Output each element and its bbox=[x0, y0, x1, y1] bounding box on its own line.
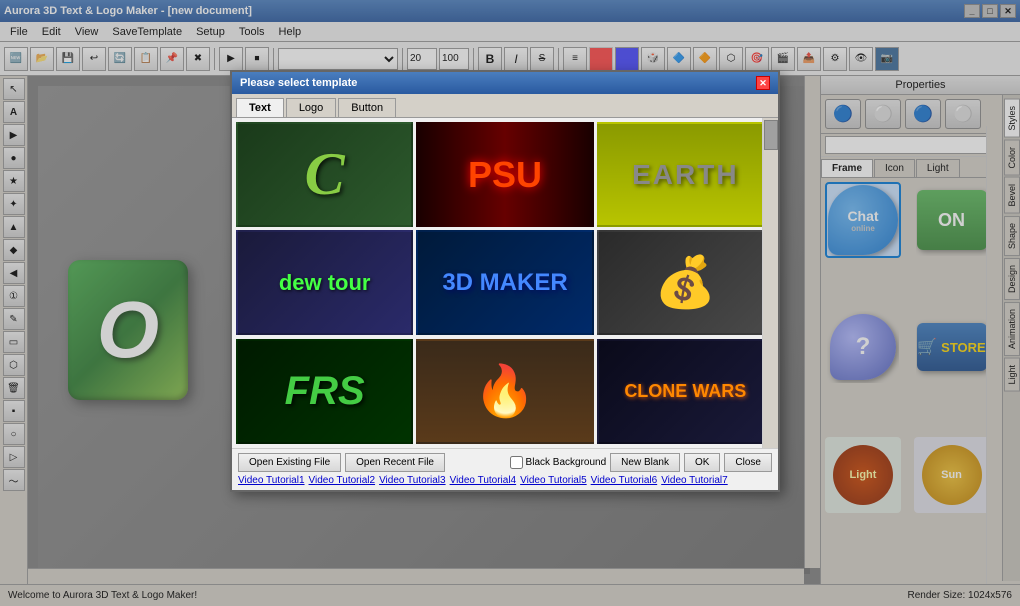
dialog-grid bbox=[232, 118, 778, 448]
dialog-close-button[interactable]: ✕ bbox=[756, 76, 770, 90]
black-bg-label: Black Background bbox=[526, 457, 607, 468]
black-bg-checkbox[interactable] bbox=[510, 456, 523, 469]
template-clone-wars[interactable] bbox=[597, 339, 774, 444]
video-tutorial-3-link[interactable]: Video Tutorial3 bbox=[379, 475, 446, 486]
close-button[interactable]: Close bbox=[724, 453, 772, 472]
video-tutorial-4-link[interactable]: Video Tutorial4 bbox=[450, 475, 517, 486]
ok-button[interactable]: OK bbox=[684, 453, 720, 472]
template-dew-tour[interactable] bbox=[236, 230, 413, 335]
template-money[interactable] bbox=[597, 230, 774, 335]
video-tutorial-6-link[interactable]: Video Tutorial6 bbox=[591, 475, 658, 486]
dialog-grid-wrap bbox=[232, 118, 778, 448]
dlg-tab-button[interactable]: Button bbox=[338, 98, 396, 117]
dialog-footer: Open Existing File Open Recent File Blac… bbox=[232, 448, 778, 490]
template-3d-maker[interactable] bbox=[416, 230, 593, 335]
template-psu[interactable] bbox=[416, 122, 593, 227]
template-fire[interactable] bbox=[416, 339, 593, 444]
template-frs[interactable] bbox=[236, 339, 413, 444]
dlg-tab-logo[interactable]: Logo bbox=[286, 98, 336, 117]
open-existing-button[interactable]: Open Existing File bbox=[238, 453, 341, 472]
template-dialog: Please select template ✕ Text Logo Butto… bbox=[230, 70, 780, 492]
black-background-check: Black Background bbox=[510, 456, 607, 469]
dialog-tabs: Text Logo Button bbox=[232, 94, 778, 118]
dialog-overlay: Please select template ✕ Text Logo Butto… bbox=[0, 0, 1020, 606]
video-tutorial-7-link[interactable]: Video Tutorial7 bbox=[661, 475, 728, 486]
template-c-letter[interactable] bbox=[236, 122, 413, 227]
dlg-tab-text[interactable]: Text bbox=[236, 98, 284, 117]
video-tutorial-2-link[interactable]: Video Tutorial2 bbox=[309, 475, 376, 486]
new-blank-button[interactable]: New Blank bbox=[610, 453, 680, 472]
open-recent-button[interactable]: Open Recent File bbox=[345, 453, 445, 472]
dialog-scrollbar-thumb[interactable] bbox=[764, 120, 778, 150]
dialog-title-text: Please select template bbox=[240, 77, 357, 89]
dialog-footer-row2: Video Tutorial1 Video Tutorial2 Video Tu… bbox=[238, 475, 772, 486]
dialog-footer-row1: Open Existing File Open Recent File Blac… bbox=[238, 453, 772, 472]
dialog-scrollbar[interactable] bbox=[762, 118, 778, 448]
template-earth[interactable] bbox=[597, 122, 774, 227]
video-tutorial-5-link[interactable]: Video Tutorial5 bbox=[520, 475, 587, 486]
video-tutorial-1-link[interactable]: Video Tutorial1 bbox=[238, 475, 305, 486]
dialog-title: Please select template ✕ bbox=[232, 72, 778, 94]
